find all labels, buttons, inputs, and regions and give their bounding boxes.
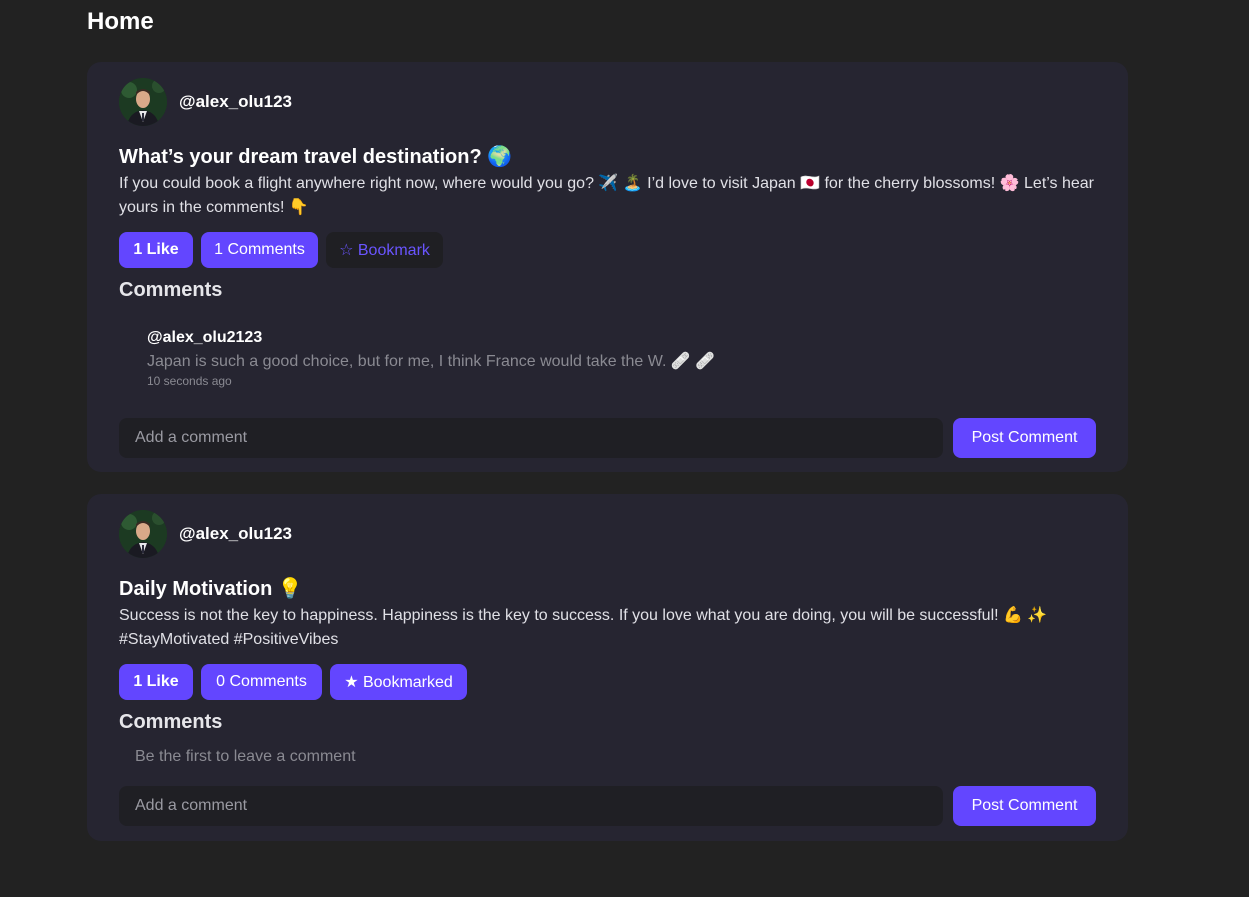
post-body: If you could book a flight anywhere righ… <box>119 175 1094 216</box>
post-actions: 1 Like 0 Comments ★ Bookmarked <box>119 664 467 700</box>
avatar[interactable] <box>119 510 167 558</box>
post-card: @alex_olu123 What’s your dream travel de… <box>87 62 1128 472</box>
bookmark-button[interactable]: ☆ Bookmark <box>326 232 443 268</box>
home-page: Home @alex_olu123 What’s your dream trav… <box>0 0 1249 897</box>
post-body: Success is not the key to happiness. Hap… <box>119 607 1048 648</box>
comment-input[interactable] <box>119 418 943 458</box>
bookmark-button[interactable]: ★ Bookmarked <box>330 664 467 700</box>
author-handle[interactable]: @alex_olu123 <box>179 524 292 544</box>
post-comment-button[interactable]: Post Comment <box>953 786 1096 826</box>
post-author[interactable]: @alex_olu123 <box>119 78 292 126</box>
comment-form: Post Comment <box>119 786 1096 826</box>
comment-item: @alex_olu2123 Japan is such a good choic… <box>147 328 715 388</box>
comment-author[interactable]: @alex_olu2123 <box>147 328 715 348</box>
post-actions: 1 Like 1 Comments ☆ Bookmark <box>119 232 443 268</box>
comment-text: Japan is such a good choice, but for me,… <box>147 353 716 370</box>
comment-timestamp: 10 seconds ago <box>147 374 232 388</box>
avatar[interactable] <box>119 78 167 126</box>
post-card: @alex_olu123 Daily Motivation 💡 Success … <box>87 494 1128 841</box>
like-button[interactable]: 1 Like <box>119 232 193 268</box>
post-title: What’s your dream travel destination? 🌍 <box>119 146 513 168</box>
comments-button[interactable]: 1 Comments <box>201 232 318 268</box>
post-comment-button[interactable]: Post Comment <box>953 418 1096 458</box>
comment-form: Post Comment <box>119 418 1096 458</box>
empty-comments-message: Be the first to leave a comment <box>135 748 356 765</box>
user-avatar-icon <box>119 78 167 126</box>
post-title: Daily Motivation 💡 <box>119 578 303 600</box>
user-avatar-icon <box>119 510 167 558</box>
post-author[interactable]: @alex_olu123 <box>119 510 292 558</box>
like-button[interactable]: 1 Like <box>119 664 193 700</box>
comments-heading: Comments <box>119 711 223 733</box>
page-title: Home <box>87 8 154 35</box>
comments-heading: Comments <box>119 279 223 301</box>
comments-button[interactable]: 0 Comments <box>201 664 322 700</box>
author-handle[interactable]: @alex_olu123 <box>179 92 292 112</box>
comment-input[interactable] <box>119 786 943 826</box>
